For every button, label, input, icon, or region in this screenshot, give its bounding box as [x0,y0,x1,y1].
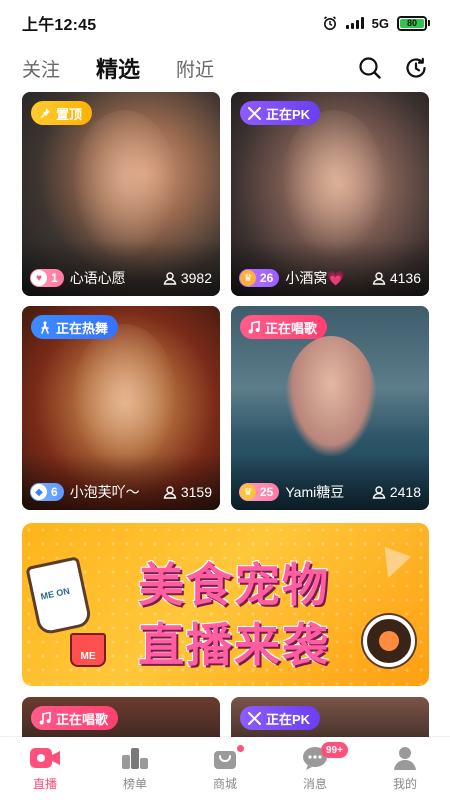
card-info-bar: ◆ 6 小泡芙吖～ 3159 [30,481,212,503]
viewer-count: 2418 [372,484,421,500]
nav-label: 直播 [32,777,57,791]
card-badge-label: 正在唱歌 [56,711,109,727]
shop-notification-dot [237,745,244,752]
tab-featured[interactable]: 精选 [96,52,140,86]
nav-profile[interactable]: 我的 [360,737,450,800]
tab-following[interactable]: 关注 [22,55,60,82]
heart-icon: ♥ [31,270,47,286]
fries-illustration: ME [70,633,106,667]
viewer-number: 3159 [180,484,212,500]
history-icon[interactable] [404,56,428,80]
nav-label: 榜单 [122,777,147,791]
card-info-bar: ♛ 26 小酒窝💗 4136 [239,267,421,289]
viewers-icon [163,272,177,285]
live-card[interactable]: 正在热舞 ◆ 6 小泡芙吖～ 3159 [22,306,220,510]
swords-icon [248,106,261,120]
signal-icon [345,17,364,29]
card-status-badge: 正在唱歌 [31,706,119,730]
status-indicators: 5G 80 [322,15,430,31]
viewer-count: 3982 [163,270,212,286]
sushi-illustration [363,615,415,667]
host-name: 小泡芙吖～ [69,484,140,500]
viewers-icon [372,272,386,285]
status-bar: 上午12:45 5G 80 [0,0,450,46]
host-level: 6 [51,485,58,499]
banner-title-line2: 直播来袭 [138,619,330,671]
host-level-badge: ♥ 1 [30,269,64,287]
tab-nearby[interactable]: 附近 [176,55,214,82]
viewers-icon [163,486,177,499]
status-time: 上午12:45 [22,17,97,34]
card-info-bar: ♥ 1 心语心愿 3982 [30,267,212,289]
viewer-number: 2418 [389,484,421,500]
card-status-badge: 置顶 [31,101,93,125]
viewer-count: 3159 [163,484,212,500]
viewer-number: 4136 [389,270,421,286]
ranking-icon [118,745,152,771]
nav-label: 商城 [212,777,237,791]
card-badge-label: 置顶 [56,106,83,122]
nav-ranking[interactable]: 榜单 [90,737,180,800]
card-status-badge: 正在热舞 [31,315,119,339]
host-level: 25 [260,485,274,499]
search-icon[interactable] [358,56,382,80]
card-badge-label: 正在PK [266,711,311,727]
card-info-bar: ♛ 25 Yami糖豆 2418 [239,481,421,503]
crown-icon: ♛ [240,270,256,286]
host-name: 心语心愿 [69,270,126,286]
host-name: 小酒窝💗 [285,270,345,286]
promo-banner[interactable]: ME 美食宠物 直播来袭 [22,523,429,686]
card-badge-label: 正在唱歌 [265,320,318,336]
nav-shop[interactable]: 商城 [180,737,270,800]
viewers-icon [372,486,386,499]
header-actions [358,56,428,80]
profile-icon [388,745,422,771]
host-level: 1 [51,271,58,285]
crown-icon: ♛ [240,484,256,500]
alarm-icon [323,16,336,30]
card-status-badge: 正在唱歌 [240,315,328,339]
live-card[interactable]: 正在PK ♛ 26 小酒窝💗 4136 [231,92,429,296]
card-status-badge: 正在PK [240,706,321,730]
top-tabs: 关注 精选 附近 [0,46,450,90]
live-card[interactable]: 置顶 ♥ 1 心语心愿 3982 [22,92,220,296]
host-level-badge: ♛ 25 [239,483,280,501]
live-icon [28,745,62,771]
card-badge-label: 正在热舞 [56,320,109,336]
nav-live[interactable]: 直播 [0,737,90,800]
music-note-icon [248,320,260,333]
nav-label: 我的 [392,777,417,791]
nav-messages[interactable]: 99+ 消息 [270,737,360,800]
battery-level: 80 [400,18,424,28]
viewer-number: 3982 [180,270,212,286]
nav-label: 消息 [302,777,327,791]
message-count-badge: 99+ [321,742,348,758]
host-name: Yami糖豆 [285,484,345,500]
live-card[interactable]: 正在唱歌 ♛ 25 Yami糖豆 2418 [231,306,429,510]
network-label: 5G [371,15,389,31]
host-level: 26 [260,271,274,285]
dance-icon [41,320,49,334]
card-badge-label: 正在PK [266,106,311,122]
card-status-badge: 正在PK [240,101,321,125]
host-level-badge: ♛ 26 [239,269,280,287]
viewer-count: 4136 [372,270,421,286]
host-level-badge: ◆ 6 [30,483,64,501]
battery-icon: 80 [397,15,430,31]
diamond-icon: ◆ [31,484,47,500]
banner-title-line1: 美食宠物 [138,559,330,611]
swords-icon [248,711,261,725]
pin-icon [41,108,50,118]
bottom-nav: 直播 榜单 商城 99+ 消息 我的 [0,737,450,800]
music-note-icon [39,711,51,724]
live-feed-screen: 上午12:45 5G 80 关注 精选 附近 置顶 ♥ 1 心语心愿 3982 … [0,0,450,800]
